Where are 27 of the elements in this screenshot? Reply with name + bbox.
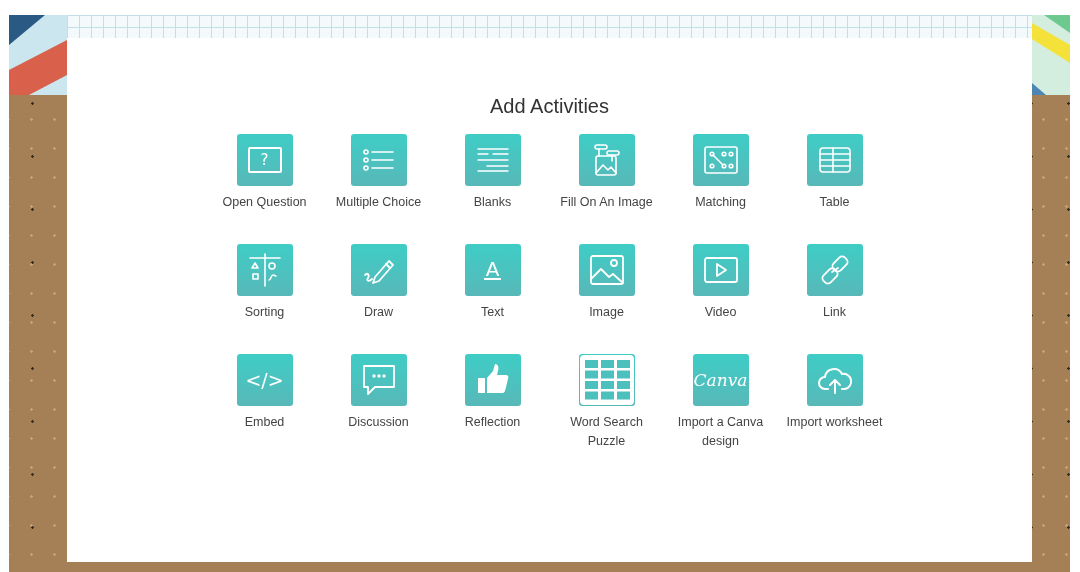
activity-button[interactable]: Video: [663, 244, 778, 354]
grid-icon: [578, 354, 635, 406]
activity-button[interactable]: Link: [777, 244, 892, 354]
activity-button[interactable]: Matching: [663, 134, 778, 244]
activity-button[interactable]: Sorting: [207, 244, 322, 354]
question-icon: ?: [247, 147, 282, 173]
activity-button[interactable]: Draw: [321, 244, 436, 354]
activity-button[interactable]: Blanks: [435, 134, 550, 244]
activity-button[interactable]: Discussion: [321, 354, 436, 464]
activity-button[interactable]: A Text: [435, 244, 550, 354]
activity-button[interactable]: Image: [549, 244, 664, 354]
activity-button[interactable]: ? Open Question: [207, 134, 322, 244]
activity-button[interactable]: Multiple Choice: [321, 134, 436, 244]
activity-button[interactable]: Word Search Puzzle: [549, 354, 664, 464]
sorting-icon: [246, 253, 283, 287]
activity-button[interactable]: Import worksheet: [777, 354, 892, 464]
activity-button[interactable]: Table: [777, 134, 892, 244]
logo-icon: Canva: [693, 370, 748, 390]
matching-icon: [702, 143, 739, 177]
activity-button[interactable]: Reflection: [435, 354, 550, 464]
page-title: Add Activities: [490, 95, 609, 118]
image-icon: [588, 253, 625, 287]
code-icon: </>: [245, 369, 284, 391]
activity-button[interactable]: Fill On An Image: [549, 134, 664, 244]
activity-button[interactable]: Canva Import a Canva design: [663, 354, 778, 464]
chat-icon: [360, 363, 397, 397]
activity-button[interactable]: </> Embed: [207, 354, 322, 464]
